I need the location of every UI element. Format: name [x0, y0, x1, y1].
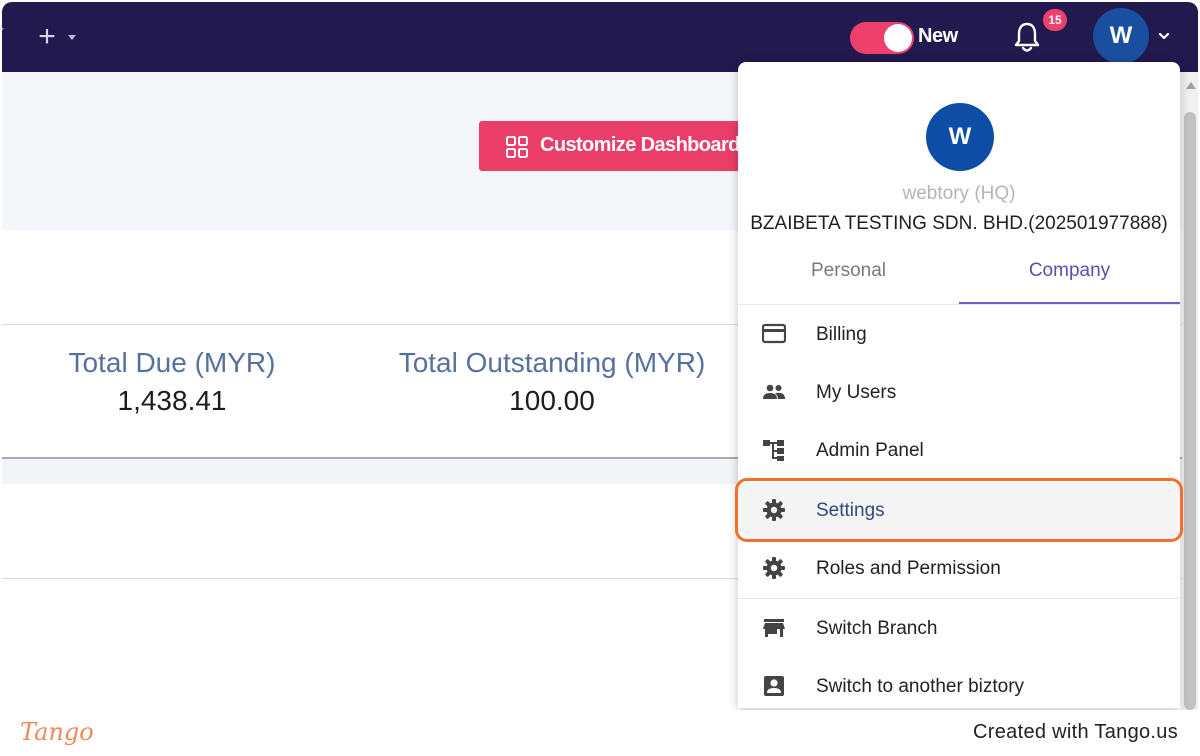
menu-item-switch-biztory[interactable]: Switch to another biztory [738, 659, 1180, 708]
total-due-stat: Total Due (MYR) 1,438.41 [42, 347, 302, 417]
menu-item-switch-branch[interactable]: Switch Branch [738, 601, 1180, 657]
divider [738, 598, 1180, 599]
notification-badge: 15 [1043, 9, 1067, 31]
divider [738, 304, 1180, 305]
stat-label: Total Due (MYR) [68, 347, 276, 378]
caret-down-icon[interactable] [68, 35, 76, 40]
menu-item-label: Admin Panel [816, 440, 924, 461]
dropdown-avatar: W [926, 103, 994, 171]
menu-item-billing[interactable]: Billing [738, 307, 1180, 363]
menu-item-admin-panel[interactable]: Admin Panel [738, 423, 1180, 479]
gear-icon [763, 557, 785, 579]
menu-item-roles-and-permission[interactable]: Roles and Permission [738, 541, 1180, 597]
menu-item-label: Billing [816, 324, 867, 345]
scrollbar-thumb[interactable] [1184, 112, 1196, 710]
chevron-down-icon[interactable] [1158, 30, 1170, 42]
bell-icon[interactable] [1012, 20, 1042, 54]
users-icon [763, 384, 785, 399]
hierarchy-icon [763, 440, 784, 461]
customize-dashboard-button[interactable]: Customize Dashboard [479, 121, 769, 171]
caret-down-icon[interactable] [2, 28, 4, 33]
svg-text:Tango: Tango [20, 718, 94, 746]
account-dropdown-menu: W webtory (HQ) BZAIBETA TESTING SDN. BHD… [738, 62, 1180, 708]
user-avatar[interactable]: W [1093, 8, 1149, 64]
add-new-button[interactable]: + [32, 22, 62, 52]
stat-value: 100.00 [509, 385, 595, 416]
stat-label: Total Outstanding (MYR) [398, 347, 706, 378]
store-icon [763, 619, 785, 637]
step-highlight [735, 478, 1183, 542]
grid-icon [506, 136, 528, 158]
new-ui-toggle[interactable] [850, 22, 914, 54]
credit-card-icon [762, 323, 786, 344]
toggle-label: New [918, 25, 958, 47]
menu-item-label: Switch Branch [816, 618, 938, 639]
tab-company[interactable]: Company [959, 244, 1180, 304]
menu-item-my-users[interactable]: My Users [738, 365, 1180, 421]
company-name: BZAIBETA TESTING SDN. BHD.(202501977888) [750, 213, 1168, 234]
menu-item-label: Switch to another biztory [816, 676, 1025, 697]
branch-name: webtory (HQ) [902, 183, 1016, 204]
stat-value: 1,438.41 [117, 385, 227, 416]
customize-dashboard-label: Customize Dashboard [540, 134, 740, 156]
total-outstanding-stat: Total Outstanding (MYR) 100.00 [382, 347, 722, 417]
menu-item-label: Roles and Permission [816, 558, 1001, 579]
footer-credit: Created with Tango.us [973, 721, 1178, 743]
toggle-knob [884, 24, 912, 52]
menu-item-label: My Users [816, 382, 897, 403]
account-box-icon [764, 676, 784, 696]
tango-logo: Tango [20, 718, 94, 746]
scroll-up-arrow-icon[interactable] [1186, 82, 1196, 89]
tab-personal[interactable]: Personal [738, 244, 959, 304]
